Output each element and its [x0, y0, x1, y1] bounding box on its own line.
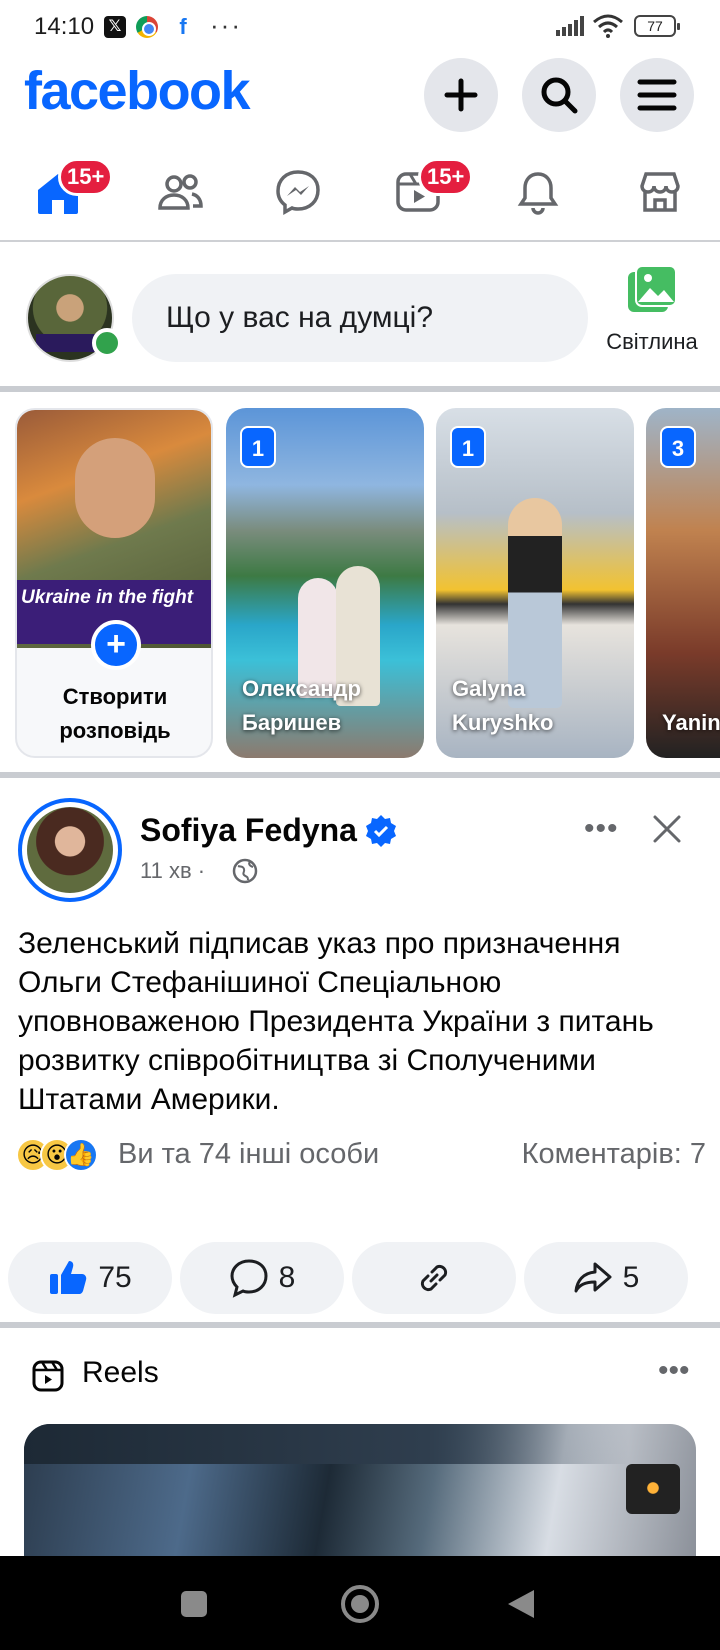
story-count-badge: 1: [450, 426, 486, 468]
like-count: 75: [98, 1261, 132, 1294]
marketplace-icon: [640, 172, 680, 212]
menu-button[interactable]: [620, 58, 694, 132]
comment-icon: [230, 1259, 268, 1298]
create-story-face: [75, 438, 155, 538]
close-icon[interactable]: [652, 814, 682, 844]
facebook-logo[interactable]: facebook: [24, 60, 251, 122]
photo-icon: [628, 265, 677, 312]
story-count-badge: 1: [240, 426, 276, 468]
create-button[interactable]: [424, 58, 498, 132]
post-time-text: 11 хв: [140, 858, 192, 883]
post-text: Зеленський підписав указ про призначення…: [18, 927, 654, 1116]
like-button[interactable]: 75: [8, 1242, 172, 1314]
x-icon: 𝕏: [104, 16, 126, 38]
story-card[interactable]: 3 Yanina Soko: [646, 408, 720, 758]
comment-count: 8: [278, 1261, 296, 1294]
tab-notifications[interactable]: [510, 164, 566, 220]
photo-button[interactable]: Світлина: [596, 265, 708, 370]
create-story-label: Створити розповідь: [59, 684, 171, 743]
video-badge: 15+: [418, 158, 474, 196]
tab-messenger[interactable]: [270, 164, 326, 220]
search-icon: [541, 77, 578, 114]
status-bar: 14:10 𝕏 f ··· 77: [0, 0, 720, 54]
friends-icon: [158, 174, 203, 210]
reel-image-detail: [24, 1424, 696, 1464]
share-button[interactable]: 5: [524, 1242, 688, 1314]
reactions-summary[interactable]: 😥 😮 👍 Ви та 74 інші особи Коментарів: 7: [16, 1136, 706, 1176]
messenger-icon: [276, 170, 320, 216]
copy-link-button[interactable]: [352, 1242, 516, 1314]
comments-count[interactable]: Коментарів: 7: [522, 1138, 706, 1171]
menu-icon: [637, 79, 677, 111]
signal-icon: [556, 16, 584, 36]
bell-icon: [517, 172, 559, 215]
like-reaction-icon: 👍: [64, 1138, 98, 1172]
tab-friends[interactable]: [152, 164, 208, 220]
reels-section: Reels •••: [0, 1334, 720, 1574]
nav-tabs: 15+ 15+: [0, 150, 720, 242]
share-icon: [574, 1262, 612, 1293]
tab-video[interactable]: 15+: [390, 158, 474, 220]
globe-icon: [232, 858, 258, 884]
add-story-icon[interactable]: +: [91, 620, 141, 670]
home-circle-icon[interactable]: [340, 1584, 380, 1624]
reels-icon: [32, 1360, 64, 1392]
story-card[interactable]: 1 Олександр Баришев: [226, 408, 424, 758]
chrome-icon: [136, 16, 158, 38]
post-author-name[interactable]: Sofiya Fedyna: [140, 812, 357, 849]
link-icon: [420, 1264, 448, 1292]
tab-home[interactable]: 15+: [30, 158, 114, 220]
status-input[interactable]: Що у вас на думці?: [132, 274, 588, 362]
verified-badge-icon: [366, 815, 396, 847]
story-author: Galyna Kuryshko: [452, 676, 554, 735]
post-author-avatar[interactable]: [18, 798, 122, 902]
reel-thumbnail[interactable]: [24, 1424, 696, 1574]
system-navigation-bar: [0, 1556, 720, 1650]
avatar-image: [27, 807, 113, 893]
reels-more-icon[interactable]: •••: [658, 1354, 690, 1388]
status-time: 14:10: [34, 13, 95, 40]
post-more-icon[interactable]: •••: [584, 812, 619, 846]
create-story-image: Ukraine in the fight: [17, 410, 211, 648]
story-card[interactable]: 1 Galyna Kuryshko: [436, 408, 634, 758]
stories-tray: Ukraine in the fight + Створити розповід…: [0, 398, 720, 778]
reactions-text: Ви та 74 інші особи: [118, 1138, 380, 1170]
share-count: 5: [622, 1261, 640, 1294]
story-count-badge: 3: [660, 426, 696, 468]
back-icon[interactable]: [506, 1588, 536, 1620]
wifi-icon: [593, 14, 623, 38]
feed-post: Sofiya Fedyna 11 хв · ••• Зеленський під…: [0, 778, 720, 1328]
recents-icon[interactable]: [180, 1590, 208, 1618]
composer: Що у вас на думці? Світлина: [0, 244, 720, 392]
reel-image-detail: [626, 1464, 680, 1514]
plus-icon: [444, 78, 478, 112]
home-badge: 15+: [58, 158, 114, 196]
create-story-card[interactable]: Ukraine in the fight + Створити розповід…: [15, 408, 213, 758]
post-time: 11 хв ·: [140, 858, 206, 883]
tab-marketplace[interactable]: [632, 164, 688, 220]
facebook-icon: f: [179, 14, 187, 39]
story-author: Yanina Soko: [662, 710, 720, 735]
more-dots-icon: ···: [210, 10, 242, 40]
photo-label: Світлина: [606, 329, 698, 354]
battery-icon: 77: [634, 15, 680, 37]
post-actions: 75 8 5: [8, 1242, 712, 1314]
online-status-dot: [92, 328, 122, 358]
search-button[interactable]: [522, 58, 596, 132]
reels-title: Reels: [82, 1356, 159, 1389]
comment-button[interactable]: 8: [180, 1242, 344, 1314]
thumbs-up-icon: [50, 1261, 87, 1294]
story-author: Олександр Баришев: [242, 676, 361, 735]
